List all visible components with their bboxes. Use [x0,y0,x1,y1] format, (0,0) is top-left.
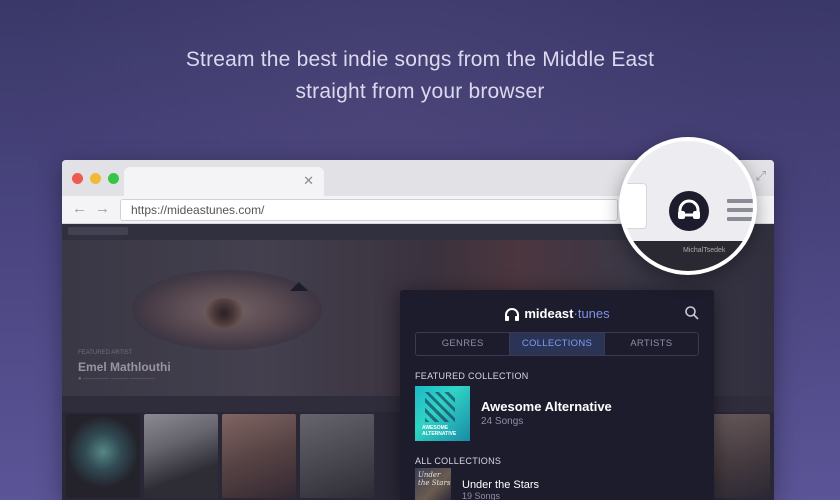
brand-logo: mideast·tunes [400,306,714,322]
close-window-button[interactable] [72,173,83,184]
tab-artists[interactable]: ARTISTS [605,333,698,355]
arrow-left-icon[interactable]: ← [72,200,87,217]
address-bar[interactable]: https://mideastunes.com/ [120,199,618,221]
tab-close-icon[interactable]: ✕ [303,173,314,189]
headphones-logo-icon [505,307,520,321]
zoomed-address-bar [623,183,647,229]
headphones-logo-icon [678,199,700,219]
popup-pointer [290,282,308,291]
expand-icon[interactable]: ⤢ [756,168,766,184]
extension-popup: mideast·tunes GENRES COLLECTIONS ARTISTS… [400,290,714,500]
collection-title[interactable]: Under the Stars [462,479,539,491]
brand-accent: ·tunes [573,306,610,321]
tab-genres[interactable]: GENRES [416,333,511,355]
magnifier-bubble: MichalTsedek [619,137,757,275]
featured-collection-cover[interactable]: AWESOME ALTERNATIVE [415,386,470,441]
minimize-window-button[interactable] [90,173,101,184]
featured-heading: FEATURED COLLECTION [415,371,529,381]
cover-pattern [425,392,455,422]
featured-collection-title[interactable]: Awesome Alternative [481,399,612,414]
collection-count: 19 Songs [462,491,501,500]
brand-name: mideast [524,306,574,321]
featured-collection-count: 24 Songs [481,416,524,427]
headline-line-2: straight from your browser [295,80,545,103]
maximize-window-button[interactable] [108,173,119,184]
extension-button[interactable] [669,191,709,231]
headline-line-1: Stream the best indie songs from the Mid… [185,48,655,71]
browser-tab[interactable]: ✕ [124,167,324,196]
search-icon[interactable] [684,305,700,321]
cover-caption: AWESOME ALTERNATIVE [422,425,457,437]
arrow-right-icon[interactable]: → [95,200,110,217]
collection-cover[interactable]: Under the Stars [415,468,451,500]
zoomed-page-text: MichalTsedek [683,247,726,254]
popup-tabs: GENRES COLLECTIONS ARTISTS [415,332,699,356]
zoomed-page-strip: MichalTsedek [623,241,753,271]
menu-icon[interactable] [727,199,753,226]
headline: Stream the best indie songs from the Mid… [0,44,840,108]
all-collections-heading: ALL COLLECTIONS [415,456,502,466]
tab-collections[interactable]: COLLECTIONS [510,333,605,355]
collection-cover-caption: Under the Stars [418,471,451,487]
